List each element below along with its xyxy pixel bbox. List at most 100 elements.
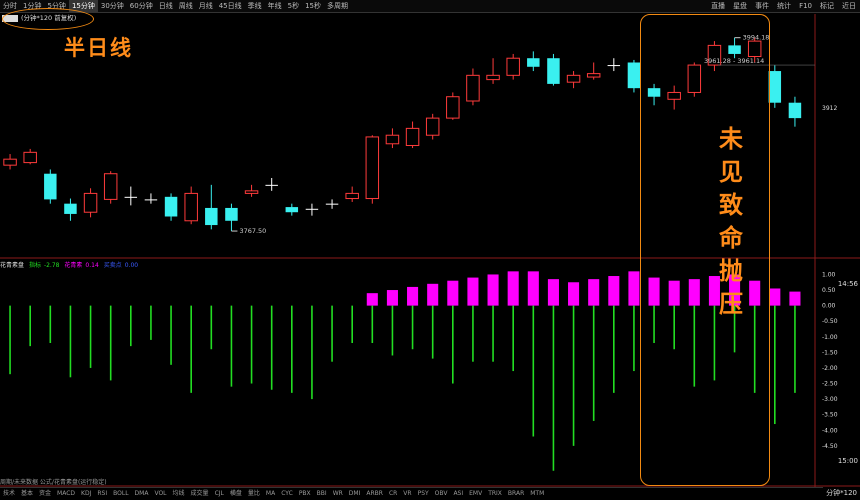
indicator-tab[interactable]: BOLL	[110, 488, 131, 500]
toolbar-button[interactable]: 事件	[751, 0, 773, 13]
candle-body-up	[184, 192, 198, 222]
indicator-tab[interactable]: 资金	[36, 488, 54, 500]
indicator-tab[interactable]: BBI	[314, 488, 330, 500]
indicator-bar-magenta	[407, 286, 419, 306]
toolbar-button[interactable]: 星盘	[729, 0, 751, 13]
callout-oval	[2, 8, 94, 30]
indicator-tab[interactable]: 横盘	[227, 488, 245, 500]
period-tab[interactable]: 季线	[245, 0, 265, 13]
indicator-tab[interactable]: OBV	[432, 488, 451, 500]
indicator-tab[interactable]: PSY	[415, 488, 432, 500]
period-tab[interactable]: 45日线	[216, 0, 245, 13]
toolbar-button[interactable]: 统计	[773, 0, 795, 13]
indicator-tab[interactable]: MA	[263, 488, 278, 500]
indicator-tab[interactable]: VR	[400, 488, 414, 500]
indicator-tab[interactable]: RSI	[94, 488, 110, 500]
annotation-char: 命	[719, 223, 743, 252]
period-tab[interactable]: 多周期	[324, 0, 351, 13]
candle-body-down	[225, 207, 238, 221]
toolbar-button[interactable]: 直播	[707, 0, 729, 13]
annotation-char: 见	[719, 157, 743, 186]
indicator-axis-tick: -4.50	[822, 443, 838, 450]
candle-body-up	[244, 190, 259, 194]
indicator-label-3: 买卖点	[103, 262, 122, 269]
period-tab[interactable]: 周线	[176, 0, 196, 13]
candle-body-down	[547, 58, 560, 84]
candle-body-down	[527, 58, 540, 67]
indicator-tab[interactable]: CR	[386, 488, 400, 500]
indicator-bar-magenta	[628, 271, 640, 306]
candle-body-down	[44, 173, 57, 200]
period-tab[interactable]: 日线	[156, 0, 176, 13]
candle-body-down	[64, 203, 77, 214]
candle-body-up	[365, 136, 380, 200]
indicator-value-1: -2.78	[43, 262, 60, 269]
indicator-bar-magenta	[789, 291, 801, 306]
indicator-tab[interactable]: DMI	[346, 488, 364, 500]
candle-body-up	[425, 117, 440, 136]
candle-body-down	[768, 71, 782, 103]
indicator-tab[interactable]: 量比	[245, 488, 263, 500]
time-label-2: 15:00	[837, 457, 858, 465]
period-tab[interactable]: 年线	[265, 0, 285, 13]
indicator-tab[interactable]: KDJ	[78, 488, 94, 500]
candle-body-up	[103, 173, 118, 200]
indicator-tab[interactable]: MTM	[527, 488, 547, 500]
indicator-axis-tick: 0.50	[822, 287, 836, 294]
indicator-tab[interactable]: ARBR	[363, 488, 386, 500]
indicator-bar-magenta	[467, 277, 479, 306]
indicator-bar-magenta	[507, 271, 519, 306]
period-tab[interactable]: 月线	[196, 0, 216, 13]
low-price-label: 3767.50	[239, 227, 266, 235]
indicator-tab[interactable]: 技术	[0, 488, 18, 500]
period-tab[interactable]: 60分钟	[127, 0, 156, 13]
indicator-axis-tick: -1.00	[822, 334, 838, 341]
indicator-tab[interactable]: 均线	[170, 488, 188, 500]
candle-body-up	[506, 57, 520, 76]
indicator-header: 花青素盘 指标 -2.78 花青素 0.14 买卖点 0.00	[0, 261, 141, 271]
annotation-char: 未	[719, 124, 743, 153]
toolbar-button[interactable]: 近日	[838, 0, 860, 13]
indicator-axis-tick: -3.50	[822, 412, 838, 419]
bottom-period-label: 分钟*120	[823, 487, 860, 500]
annotation-char: 压	[719, 289, 743, 318]
period-tab[interactable]: 5秒	[285, 0, 302, 13]
candle-body-down	[164, 196, 178, 217]
toolbar-button[interactable]: F10	[795, 0, 816, 13]
candle-body-up	[345, 192, 359, 200]
candle-body-up	[83, 192, 98, 213]
indicator-tab[interactable]: CJL	[212, 488, 227, 500]
candle-body-down	[205, 207, 218, 226]
indicator-bar-magenta	[447, 280, 459, 306]
indicator-tab[interactable]: MACD	[54, 488, 78, 500]
annotation-half-day-line: 半日线	[64, 35, 133, 60]
period-tab[interactable]: 30分钟	[98, 0, 127, 13]
candle-body-up	[23, 151, 37, 164]
indicator-tab[interactable]: 成交量	[188, 488, 212, 500]
indicator-tab[interactable]: PBX	[296, 488, 314, 500]
indicator-bar-magenta	[427, 283, 439, 306]
candle-body-up	[566, 74, 581, 83]
top-toolbar: 分时 1分钟 5分钟 15分钟 30分钟 60分钟 日线 周线 月线 45日线 季线 年线 5秒 15秒多…	[0, 0, 860, 13]
price-axis-tick: 3912	[822, 105, 837, 112]
indicator-tab[interactable]: DMA	[132, 488, 152, 500]
indicator-axis-tick: -2.50	[822, 381, 838, 388]
indicator-tab[interactable]: TRIX	[485, 488, 505, 500]
indicator-tab[interactable]: VOL	[151, 488, 169, 500]
indicator-bar-magenta	[588, 279, 600, 306]
candle-body-up	[486, 74, 500, 81]
annotation-char: 抛	[719, 256, 743, 285]
indicator-axis-tick: -0.50	[822, 318, 838, 325]
indicator-tab[interactable]: CYC	[278, 488, 296, 500]
indicator-tab[interactable]: BRAR	[505, 488, 527, 500]
indicator-tab[interactable]: ASI	[450, 488, 466, 500]
candle-body-up	[3, 158, 17, 166]
indicator-tab[interactable]: WR	[330, 488, 346, 500]
indicator-tab[interactable]: 基本	[18, 488, 36, 500]
period-tab[interactable]: 15秒	[302, 0, 324, 13]
annotation-char: 致	[719, 190, 743, 219]
toolbar-button[interactable]: 标记	[816, 0, 838, 13]
indicator-name[interactable]: 花青素盘	[0, 262, 24, 269]
candle-body-up	[446, 96, 460, 119]
indicator-tab[interactable]: EMV	[466, 488, 485, 500]
